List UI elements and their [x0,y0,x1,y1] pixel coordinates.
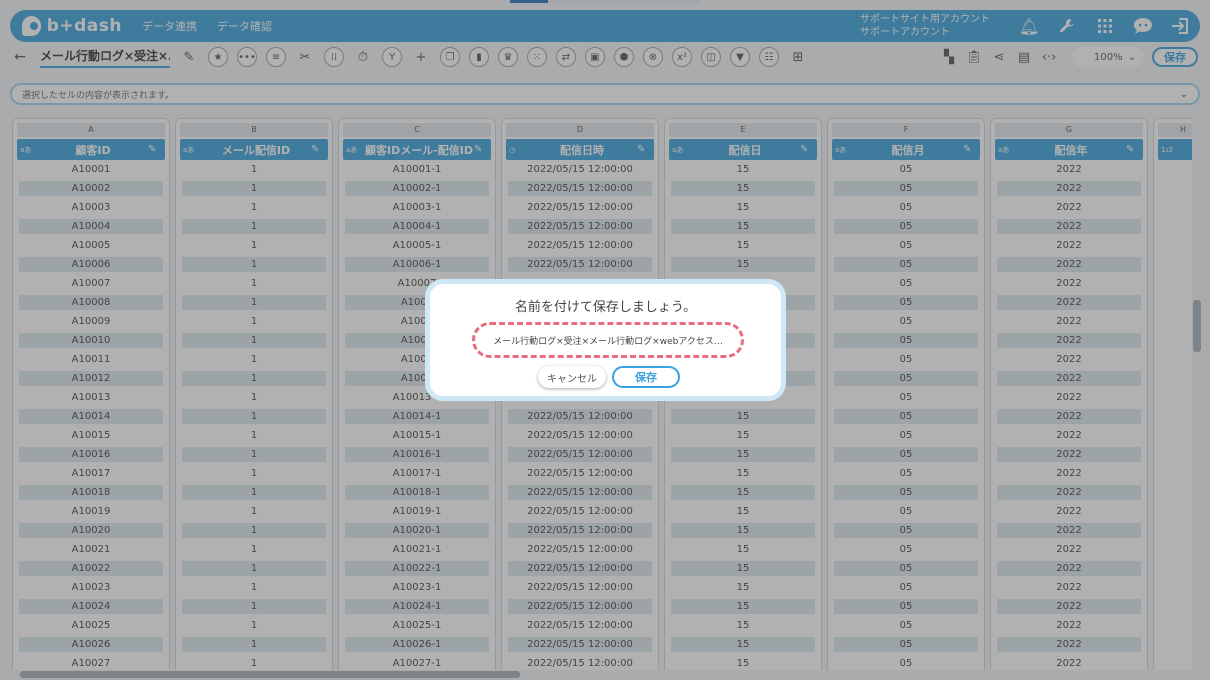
dialog-buttons: キャンセル 保存 [538,366,680,388]
name-input[interactable]: メール行動ログ×受注×メール行動ログ×webアクセス… [472,322,744,358]
dialog-title: 名前を付けて保存しましょう。 [514,300,697,315]
dialog-save-button[interactable]: 保存 [612,366,680,388]
cancel-button[interactable]: キャンセル [538,366,606,388]
save-dialog: 名前を付けて保存しましょう。 メール行動ログ×受注×メール行動ログ×webアクセ… [425,279,786,401]
name-input-value: メール行動ログ×受注×メール行動ログ×webアクセス… [493,336,723,347]
